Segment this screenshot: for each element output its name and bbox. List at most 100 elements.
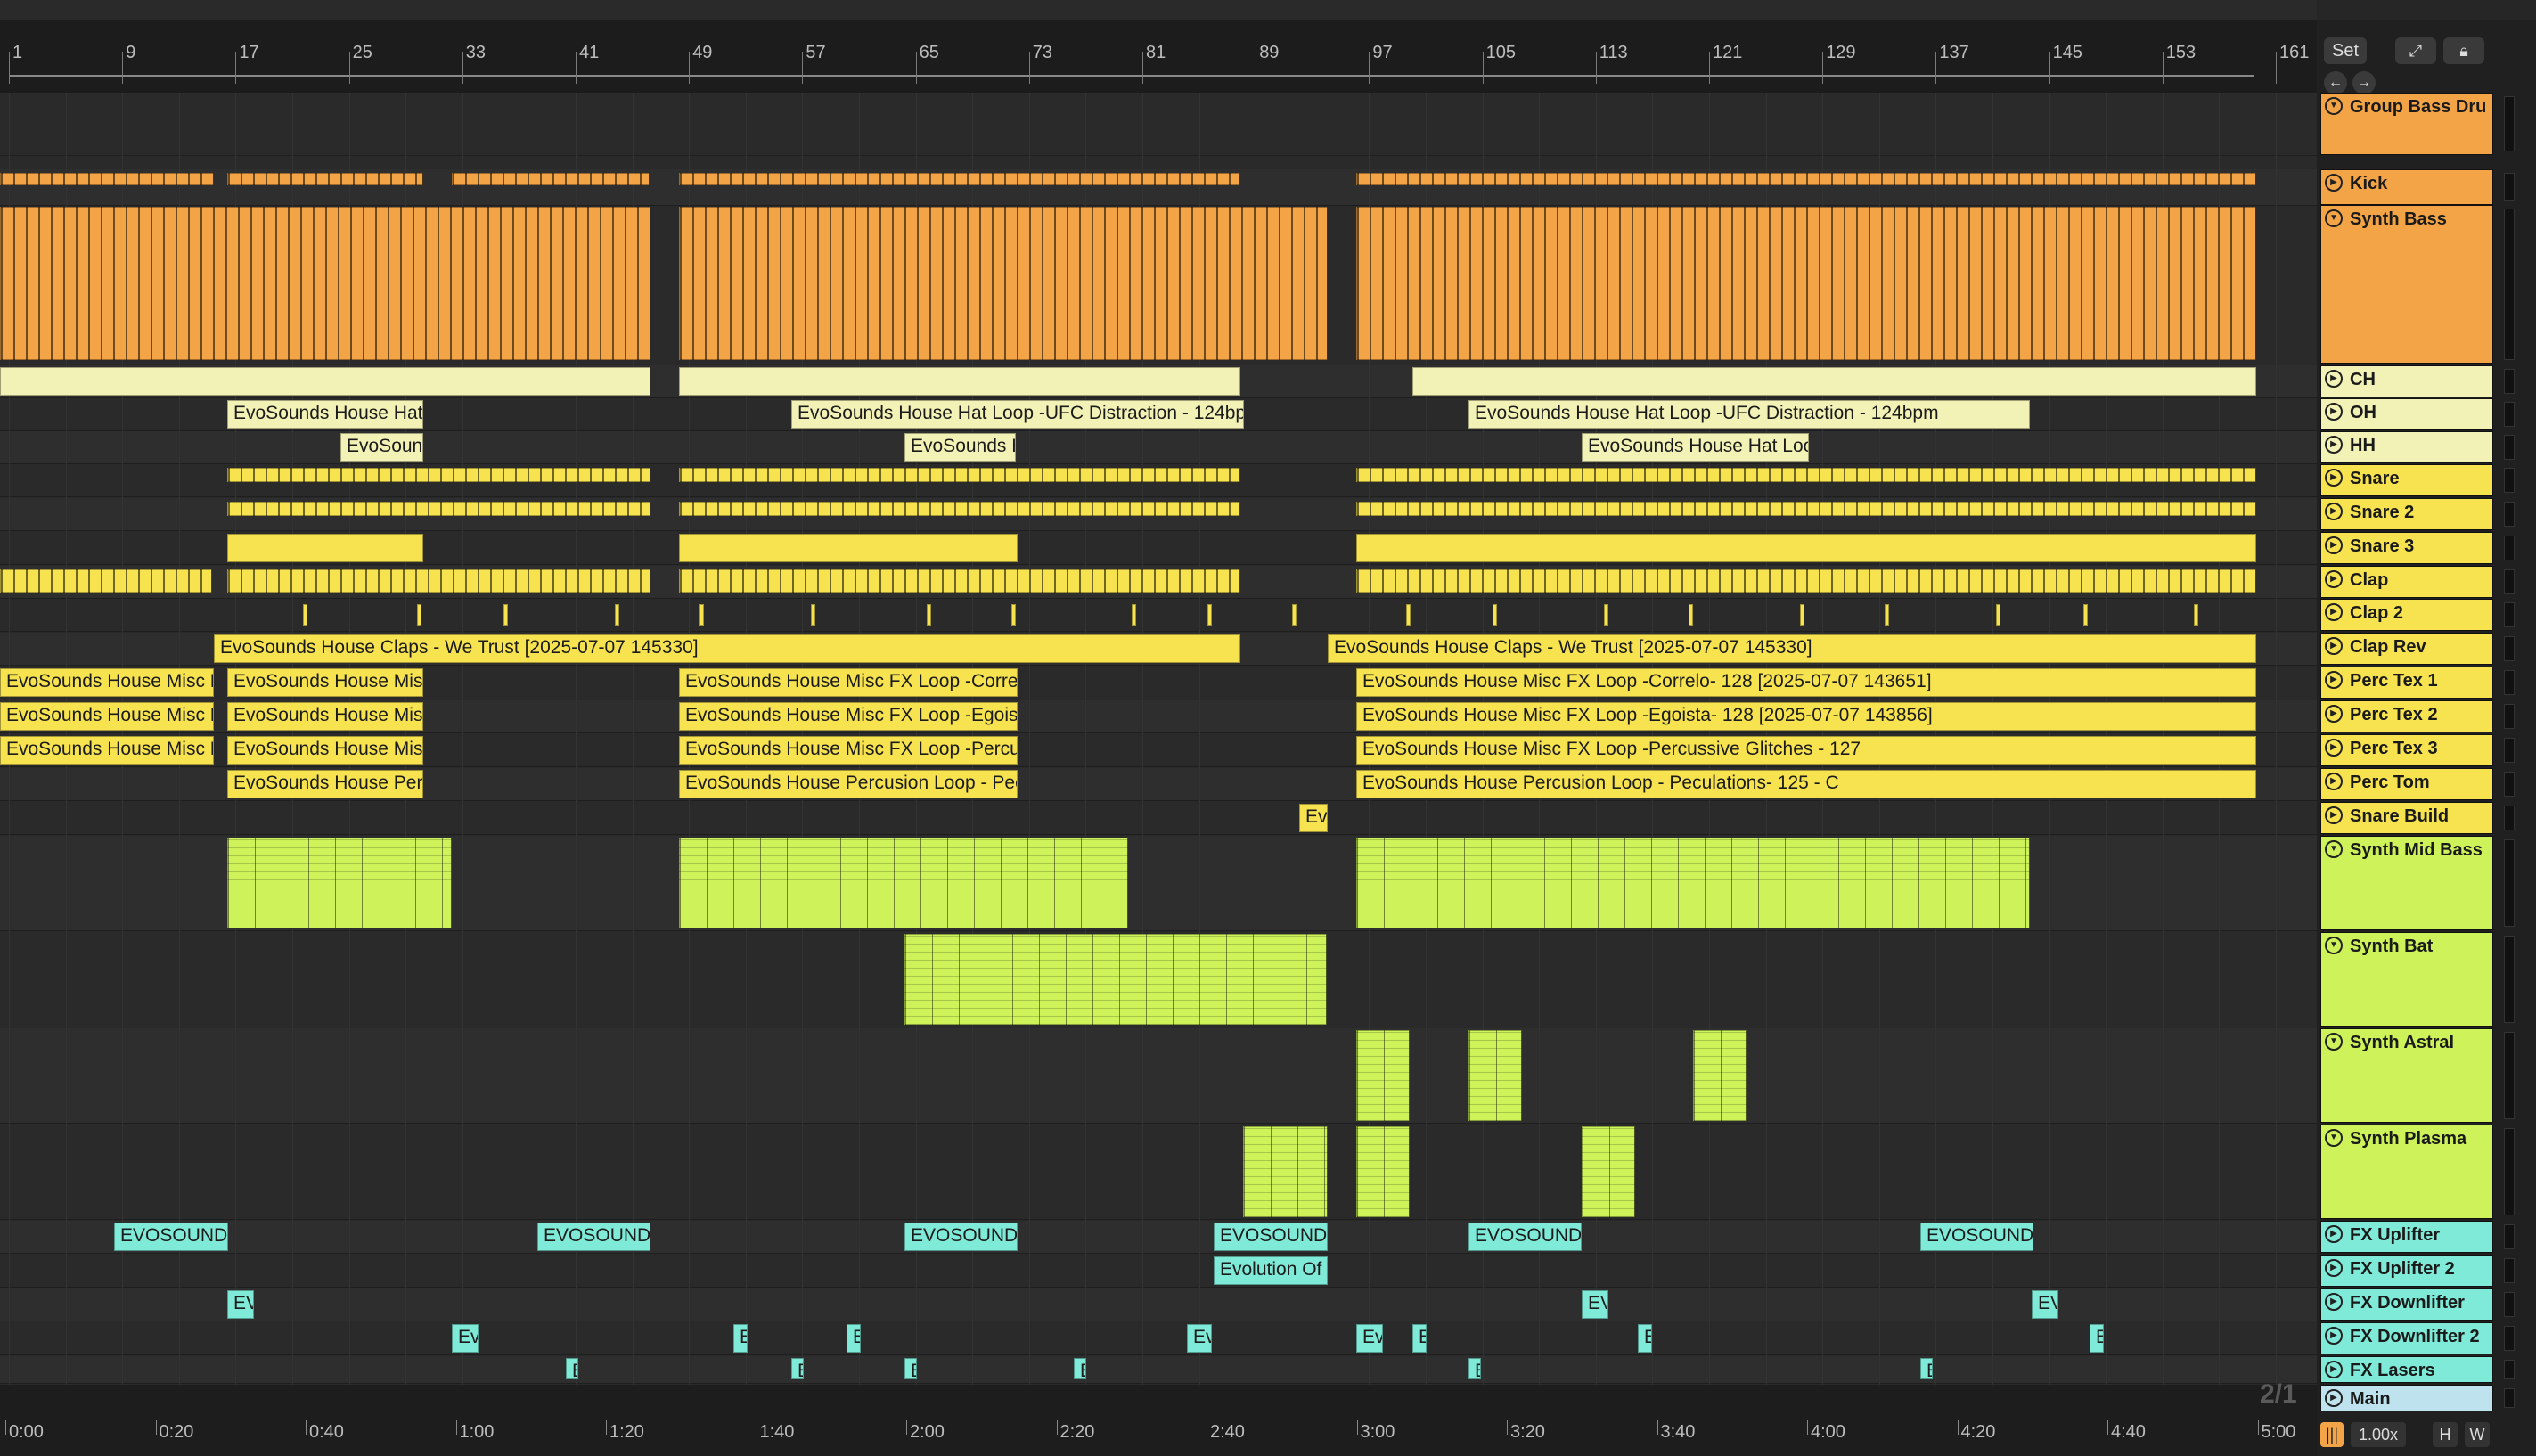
track-header[interactable]: ▶ Perc Tex 3 xyxy=(2320,734,2493,766)
arrangement-clip[interactable] xyxy=(679,838,1128,928)
arrangement-clip[interactable] xyxy=(227,838,452,928)
arrangement-clip[interactable]: EVOSOUNDS xyxy=(1468,1223,1582,1251)
arrangement-clip[interactable] xyxy=(1356,173,2256,185)
clip-marker[interactable] xyxy=(1132,604,1136,626)
arrangement-clip[interactable]: EvoSounds House Hat Loo xyxy=(1582,433,1809,462)
play-icon[interactable]: ▶ xyxy=(2325,773,2343,790)
arrangement-clip[interactable]: EvoSounds House Misc xyxy=(227,702,423,731)
play-icon[interactable]: ▶ xyxy=(2325,436,2343,454)
arrangement-clip[interactable] xyxy=(1243,1126,1328,1217)
play-icon[interactable]: ▶ xyxy=(2325,671,2343,689)
arrangement-clip[interactable] xyxy=(679,534,1018,562)
clip-marker[interactable] xyxy=(699,604,704,626)
arrangement-clip[interactable]: EvoSounds House Claps - We Trust [2025-0… xyxy=(214,634,1240,663)
track-lane[interactable] xyxy=(0,1255,2317,1287)
play-icon[interactable]: ▶ xyxy=(2325,705,2343,723)
arrangement-clip[interactable]: E xyxy=(791,1358,804,1379)
track-header[interactable]: ▼ Synth Plasma xyxy=(2320,1125,2493,1219)
lock-icon[interactable]: 🔒︎ xyxy=(2443,37,2484,64)
arrangement-clip[interactable]: E xyxy=(847,1324,861,1353)
arrangement-clip[interactable]: EvoSounds House Hat Loop -UFC Distractio… xyxy=(1468,400,2030,429)
play-icon[interactable]: ▶ xyxy=(2325,1327,2343,1345)
arrangement-clip[interactable] xyxy=(679,502,1240,516)
arrangement-clip[interactable]: E xyxy=(2090,1324,2104,1353)
arrangement-clip[interactable]: EVOSOUNDS xyxy=(537,1223,650,1251)
arrangement-clip[interactable] xyxy=(227,502,650,516)
arrangement-clip[interactable] xyxy=(1468,1030,1522,1121)
clip-marker[interactable] xyxy=(1493,604,1497,626)
play-icon[interactable]: ▶ xyxy=(2325,739,2343,757)
arrangement-clip[interactable] xyxy=(1582,1126,1635,1217)
play-icon[interactable]: ▶ xyxy=(2325,403,2343,421)
arrangement-clip[interactable] xyxy=(904,934,1327,1025)
track-header[interactable]: ▶ HH xyxy=(2320,431,2493,463)
play-icon[interactable]: ▶ xyxy=(2325,1389,2343,1407)
play-icon[interactable]: ▶ xyxy=(2325,503,2343,520)
track-header[interactable]: ▶ FX Downlifter 2 xyxy=(2320,1322,2493,1354)
nav-back-icon[interactable]: ← xyxy=(2324,71,2347,94)
clip-marker[interactable] xyxy=(1604,604,1608,626)
arrangement-clip[interactable]: E xyxy=(733,1324,748,1353)
track-header[interactable]: ▼ Synth Bat xyxy=(2320,932,2493,1027)
w-button[interactable]: W xyxy=(2465,1422,2490,1447)
arrangement-clip[interactable] xyxy=(0,367,650,396)
arrangement-clip[interactable] xyxy=(679,468,1240,482)
arrangement-clip[interactable]: EvoSounds H xyxy=(904,433,1016,462)
arrangement-clip[interactable]: EV xyxy=(1582,1290,1608,1319)
arrangement-clip[interactable]: EvoSounds House Perc xyxy=(227,770,423,798)
track-header[interactable]: ▶ Perc Tom xyxy=(2320,768,2493,800)
track-header[interactable]: ▶ Snare 2 xyxy=(2320,498,2493,530)
arrangement-clip[interactable] xyxy=(227,534,423,562)
arrangement-clip[interactable]: EvoSounds House Misc FX Loop -Percus xyxy=(679,736,1018,765)
fold-icon[interactable]: ▼ xyxy=(2325,97,2343,115)
arrangement-clip[interactable] xyxy=(452,173,650,185)
play-icon[interactable]: ▶ xyxy=(2325,637,2343,655)
track-header[interactable]: ▶ Perc Tex 1 xyxy=(2320,667,2493,699)
arrangement-clip[interactable] xyxy=(679,173,1240,185)
arrangement-clip[interactable] xyxy=(1356,838,2030,928)
arrangement-clip[interactable]: EvoSounds House Misc FX Loop -Correlo- 1… xyxy=(1356,668,2256,697)
arrangement-clip[interactable]: EVOSOUNDS xyxy=(1214,1223,1328,1251)
arrangement-clip[interactable]: Ev xyxy=(1356,1324,1383,1353)
arrangement-clip[interactable] xyxy=(1356,1030,1410,1121)
track-header[interactable]: ▼ Synth Astral xyxy=(2320,1028,2493,1123)
arrangement-clip[interactable] xyxy=(0,569,212,593)
arrangement-clip[interactable] xyxy=(0,207,650,360)
arrangement-clip[interactable]: EvoSound xyxy=(340,433,423,462)
fold-icon[interactable]: ▼ xyxy=(2325,1033,2343,1051)
beat-ruler[interactable]: 1 9 17 25 33 41 49 57 65 73 81 89 97 105 113 121 129 137 1… xyxy=(0,20,2317,93)
clip-marker[interactable] xyxy=(811,604,815,626)
arrangement-clip[interactable]: EvoSounds House Percusion Loop - Peculat… xyxy=(1356,770,2256,798)
arrangement-clip[interactable]: EvoSounds House Misc xyxy=(227,736,423,765)
track-header[interactable]: ▶ Snare xyxy=(2320,464,2493,496)
track-header[interactable]: ▶ FX Lasers xyxy=(2320,1356,2493,1383)
arrangement-clip[interactable]: EvoSounds House Misc F xyxy=(0,702,214,731)
waveform-icon[interactable]: ||| xyxy=(2320,1422,2344,1447)
track-header[interactable]: ▼ Synth Mid Bass xyxy=(2320,836,2493,930)
clip-marker[interactable] xyxy=(417,604,421,626)
arrangement-clip[interactable]: EvoSounds House Misc FX Loop -Egoist xyxy=(679,702,1018,731)
set-button[interactable]: Set xyxy=(2324,37,2367,64)
clip-marker[interactable] xyxy=(303,604,307,626)
loop-brace[interactable] xyxy=(9,75,2254,93)
nav-forward-icon[interactable]: → xyxy=(2352,71,2376,94)
arrangement-clip[interactable]: EvoSounds House Claps - We Trust [2025-0… xyxy=(1328,634,2256,663)
arrangement-clip[interactable] xyxy=(1412,367,2256,396)
arrangement-clip[interactable]: E xyxy=(1920,1358,1933,1379)
track-lane[interactable] xyxy=(0,1028,2317,1123)
arrangement-clip[interactable]: Evolution Of xyxy=(1214,1256,1328,1285)
track-header[interactable]: ▶ Clap 2 xyxy=(2320,599,2493,631)
track-header[interactable]: ▶ Snare 3 xyxy=(2320,532,2493,564)
arrangement-clip[interactable]: Ev xyxy=(1187,1324,1212,1353)
h-button[interactable]: H xyxy=(2433,1422,2458,1447)
arrangement-clip[interactable]: EvoSounds House Misc FX Loop -Correl xyxy=(679,668,1018,697)
clip-marker[interactable] xyxy=(1996,604,2000,626)
arrangement-clip[interactable]: EvoSounds House Misc FX Loop -Percussive… xyxy=(1356,736,2256,765)
play-icon[interactable]: ▶ xyxy=(2325,370,2343,388)
arrangement-clip[interactable]: EV xyxy=(227,1290,254,1319)
arrangement-clip[interactable]: Ev xyxy=(452,1324,479,1353)
arrangement-clip[interactable] xyxy=(679,367,1240,396)
track-lane[interactable] xyxy=(0,1125,2317,1219)
play-icon[interactable]: ▶ xyxy=(2325,1293,2343,1311)
track-header[interactable]: ▶ Main xyxy=(2320,1385,2493,1411)
